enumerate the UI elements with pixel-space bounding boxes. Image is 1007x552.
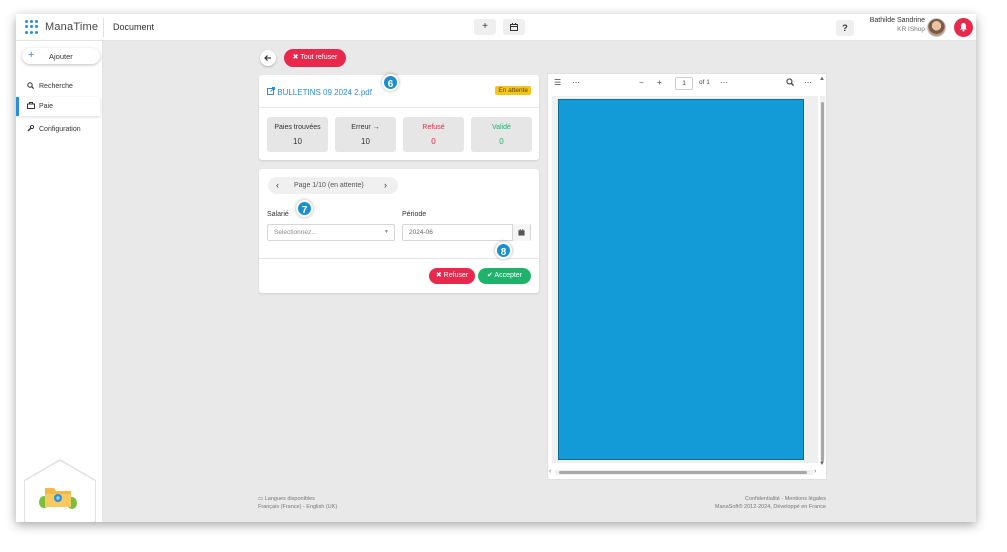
sidebar-toggle-icon[interactable]: ☰	[554, 78, 561, 87]
back-button[interactable]	[260, 50, 276, 66]
wrench-icon	[27, 124, 35, 134]
callout-marker: 6	[382, 74, 399, 91]
stat-value: 10	[293, 137, 302, 146]
stat-value: 0	[499, 137, 504, 146]
file-name[interactable]: BULLETINS 09 2024 2.pdf	[277, 88, 372, 97]
page-navigator: ‹ Page 1/10 (en attente) ›	[268, 177, 398, 194]
zoom-out-icon[interactable]: −	[639, 78, 644, 87]
flag-icon: ▭	[258, 496, 265, 502]
document-page	[558, 99, 804, 460]
refuse-all-label: Tout refuser	[300, 54, 338, 61]
stat-box: Paies trouvées 10	[267, 117, 328, 152]
more-tools-icon[interactable]: ⋯	[804, 78, 812, 87]
search-icon[interactable]	[786, 78, 795, 88]
top-bar: ManaTime Document + ? Bathilde Sandrine …	[16, 14, 976, 41]
refuse-button[interactable]: ✖ Refuser	[429, 268, 475, 284]
stat-title: Validé	[492, 124, 511, 131]
add-button-label: Ajouter	[49, 52, 73, 61]
periode-field[interactable]: 2024-06	[402, 224, 531, 241]
callout-marker: 7	[296, 200, 313, 217]
periode-label: Période	[402, 211, 427, 218]
page-number-input[interactable]: 1	[675, 77, 693, 90]
brand-name: ManaTime	[45, 21, 99, 33]
legal-links[interactable]: Confidentialité - Mentions légales	[656, 495, 826, 503]
document-card: BULLETINS 09 2024 2.pdf En attente Paies…	[259, 75, 539, 160]
calendar-picker-icon[interactable]	[512, 224, 530, 241]
chevron-left-icon[interactable]: ‹	[276, 180, 279, 190]
notification-bell-icon[interactable]	[954, 18, 973, 37]
search-icon	[27, 82, 35, 91]
languages-title: Langues disponibles	[264, 496, 315, 502]
zoom-in-icon[interactable]: +	[657, 78, 662, 87]
user-name[interactable]: Bathilde Sandrine	[870, 17, 925, 24]
stat-title: Paies trouvées	[274, 124, 321, 131]
vertical-scrollbar[interactable]	[820, 96, 825, 462]
stat-box: Refusé 0	[403, 117, 464, 152]
stat-box: Validé 0	[471, 117, 532, 152]
accept-label: Accepter	[494, 272, 523, 279]
app-window: ManaTime Document + ? Bathilde Sandrine …	[16, 14, 976, 522]
stat-value: 0	[431, 137, 436, 146]
page-total: of 1	[699, 79, 710, 86]
pager-label: Page 1/10 (en attente)	[294, 182, 364, 189]
add-icon[interactable]: +	[474, 19, 496, 35]
stat-title: Erreur →	[351, 124, 380, 131]
card-divider	[259, 107, 539, 108]
topbar-divider	[103, 18, 104, 37]
sidebar-item-label: Paie	[39, 103, 54, 110]
folder-illustration-icon	[39, 488, 77, 509]
sidebar: + Ajouter Recherche Paie Configuration	[16, 41, 103, 522]
languages-list[interactable]: Français (France) - English (UK)	[258, 503, 337, 511]
refuse-all-button[interactable]: ✖ Tout refuser	[284, 49, 346, 67]
stat-box: Erreur → 10	[335, 117, 396, 152]
stat-title: Refusé	[422, 124, 445, 131]
more-options-icon[interactable]: ⋯	[572, 78, 580, 87]
page-title: Document	[113, 22, 155, 32]
sidebar-item-configuration[interactable]: Configuration	[16, 120, 100, 139]
chevron-down-icon: ▼	[384, 229, 389, 235]
callout-marker: 8	[495, 242, 512, 259]
calendar-icon[interactable]	[503, 19, 525, 35]
language-section: ▭ Langues disponibles Français (France) …	[258, 495, 337, 511]
apps-grid-icon[interactable]	[25, 20, 39, 34]
periode-value: 2024-06	[409, 229, 433, 236]
copyright: ManaSoft® 2012-2024, Développé en France	[714, 504, 826, 510]
close-icon: ✖	[435, 272, 444, 279]
stat-value: 10	[361, 137, 370, 146]
sidebar-item-label: Recherche	[39, 83, 73, 90]
status-badge: En attente	[495, 86, 531, 95]
scroll-left-icon[interactable]: ‹	[549, 468, 551, 475]
user-organization: KR IShop	[897, 26, 925, 33]
validation-form-card: ‹ Page 1/10 (en attente) › Salarié Selec…	[259, 169, 539, 293]
page-options-icon[interactable]: ⋯	[720, 78, 728, 87]
sidebar-item-label: Configuration	[39, 126, 81, 133]
add-button[interactable]: + Ajouter	[22, 48, 100, 64]
horizontal-scrollbar[interactable]	[555, 470, 813, 475]
scroll-right-icon[interactable]: ›	[814, 468, 816, 475]
salarie-label: Salarié	[267, 211, 289, 218]
avatar[interactable]	[927, 18, 946, 37]
document-area	[552, 96, 818, 463]
help-button[interactable]: ?	[836, 20, 854, 36]
sidebar-item-paie[interactable]: Paie	[16, 97, 100, 116]
sidebar-item-recherche[interactable]: Recherche	[16, 77, 100, 96]
pdf-viewer: ☰ ⋯ − + 1 of 1 ⋯ ⋯ ▲ ▼ ‹ ›	[547, 73, 827, 480]
form-divider	[259, 258, 539, 259]
briefcase-icon	[27, 102, 35, 111]
external-link-icon	[267, 87, 277, 97]
scroll-up-icon[interactable]: ▲	[819, 76, 825, 82]
scroll-down-icon[interactable]: ▼	[819, 461, 825, 467]
plus-icon: +	[28, 49, 35, 61]
refuse-label: Refuser	[443, 272, 469, 279]
legal-section: Confidentialité - Mentions légales ManaS…	[656, 495, 826, 511]
chevron-right-icon[interactable]: ›	[384, 180, 387, 190]
accept-button[interactable]: ✔ Accepter	[478, 268, 531, 284]
file-link[interactable]: BULLETINS 09 2024 2.pdf	[267, 87, 372, 97]
salarie-select[interactable]: Selectionnez... ▼	[267, 224, 395, 241]
salarie-placeholder: Selectionnez...	[274, 229, 317, 236]
